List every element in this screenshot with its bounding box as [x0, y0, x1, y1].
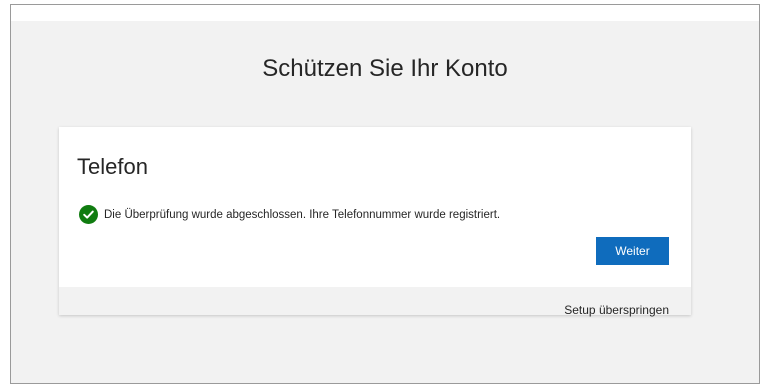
status-message: Die Überprüfung wurde abgeschlossen. Ihr… — [104, 208, 501, 221]
card-footer: Setup überspringen — [59, 287, 691, 317]
top-bar — [11, 5, 759, 21]
verification-status: Die Überprüfung wurde abgeschlossen. Ihr… — [79, 205, 500, 224]
page-title: Schützen Sie Ihr Konto — [262, 55, 508, 82]
card-title: Telefon — [77, 154, 148, 179]
check-circle-icon — [79, 205, 98, 224]
next-button[interactable]: Weiter — [596, 237, 669, 265]
phone-setup-card: Telefon Die Überprüfung wurde abgeschlos… — [59, 127, 691, 317]
skip-setup-link[interactable]: Setup überspringen — [564, 303, 669, 317]
app-window: Schützen Sie Ihr Konto Telefon Die Überp… — [10, 4, 760, 384]
